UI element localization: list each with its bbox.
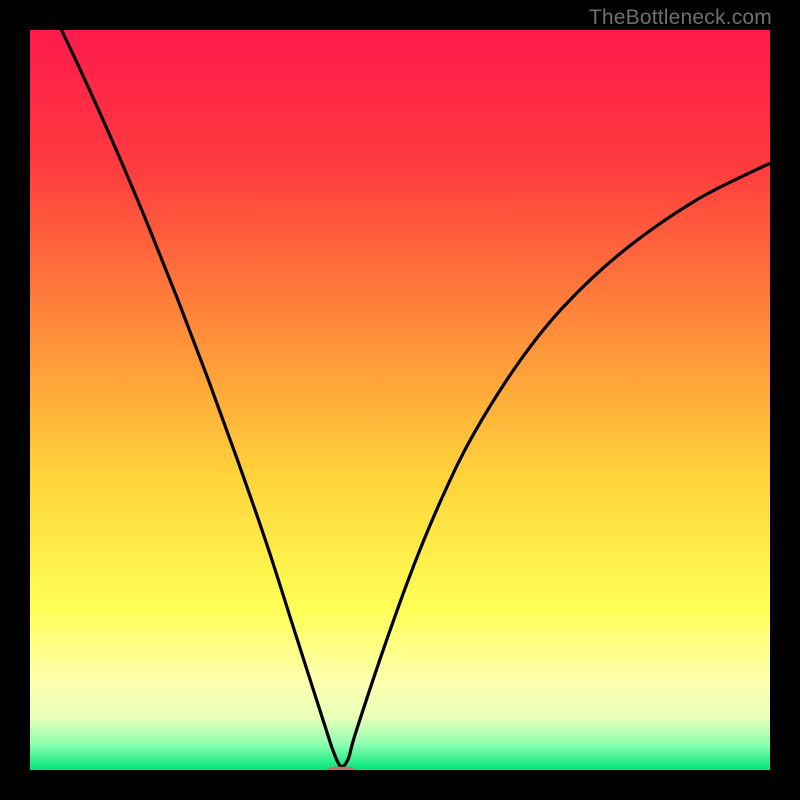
watermark-text: TheBottleneck.com <box>589 6 772 30</box>
plot-area <box>30 30 770 770</box>
minimum-marker <box>327 767 355 770</box>
background-gradient <box>30 30 770 770</box>
chart-frame: TheBottleneck.com <box>0 0 800 800</box>
